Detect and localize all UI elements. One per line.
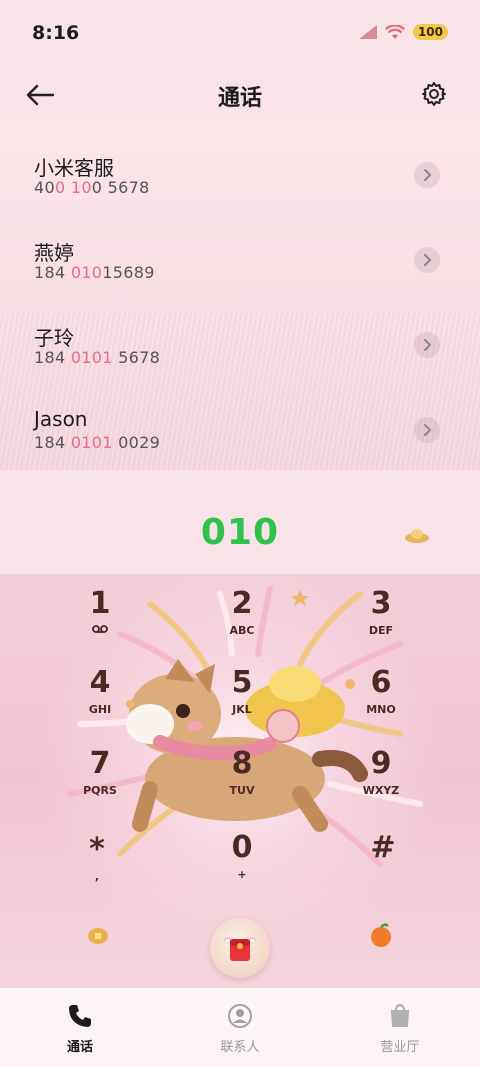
- contact-item[interactable]: Jason 184 0101 0029: [0, 395, 480, 480]
- contact-number: 184 01015689: [34, 263, 155, 282]
- gear-icon: [422, 82, 446, 106]
- chevron-right-icon: [424, 339, 432, 351]
- contact-item[interactable]: 子玲 184 0101 5678: [0, 310, 480, 395]
- contact-detail-button[interactable]: [414, 332, 440, 358]
- person-icon: [226, 1002, 254, 1030]
- contact-detail-button[interactable]: [414, 417, 440, 443]
- contact-name: Jason: [34, 407, 88, 431]
- nav-label: 通话: [66, 1040, 93, 1055]
- chevron-right-icon: [424, 254, 432, 266]
- key-3[interactable]: 3 DEF: [336, 586, 426, 656]
- chevron-right-icon: [424, 424, 432, 436]
- contact-name: 子玲: [34, 326, 74, 350]
- key-5[interactable]: 5 JKL: [197, 665, 287, 735]
- gold-ingot-icon: [405, 529, 429, 543]
- signal-icon: [358, 25, 377, 39]
- status-time: 8:16: [32, 22, 80, 44]
- key-9[interactable]: 9 WXYZ: [336, 746, 426, 816]
- nav-tab-contacts[interactable]: 联系人: [160, 988, 320, 1067]
- contact-detail-button[interactable]: [414, 162, 440, 188]
- orange-icon: [371, 923, 391, 947]
- key-star[interactable]: * ,: [52, 832, 142, 902]
- battery-badge: 100: [412, 24, 448, 40]
- chevron-right-icon: [424, 169, 432, 181]
- contact-name: 小米客服: [34, 156, 114, 180]
- bottom-navigation: 通话 联系人 营业厅: [0, 988, 480, 1067]
- status-bar: 8:16 100: [0, 0, 480, 66]
- key-4[interactable]: 4 GHI: [55, 665, 145, 735]
- key-1[interactable]: 1: [55, 586, 145, 656]
- contact-number: 184 0101 0029: [34, 433, 161, 452]
- voicemail-icon: [55, 624, 145, 638]
- contact-item[interactable]: 小米客服 400 100 5678: [0, 140, 480, 225]
- red-envelope-icon: [223, 937, 257, 961]
- key-6[interactable]: 6 MNO: [336, 665, 426, 735]
- header: 通话: [0, 70, 480, 120]
- contact-number: 184 0101 5678: [34, 348, 161, 367]
- coin-icon: [88, 928, 108, 944]
- nav-label: 营业厅: [380, 1040, 420, 1055]
- phone-icon: [66, 1002, 94, 1030]
- call-button[interactable]: [210, 918, 270, 978]
- key-2[interactable]: 2 ABC: [197, 586, 287, 656]
- contact-item[interactable]: 燕婷 184 01015689: [0, 225, 480, 310]
- key-7[interactable]: 7 PQRS: [55, 746, 145, 816]
- wifi-icon: [384, 24, 405, 39]
- status-icons: 100: [358, 24, 448, 40]
- key-0[interactable]: 0 +: [197, 830, 287, 900]
- key-8[interactable]: 8 TUV: [197, 746, 287, 816]
- key-hash[interactable]: #: [338, 830, 428, 900]
- settings-button[interactable]: [418, 78, 450, 110]
- contact-number: 400 100 5678: [34, 178, 150, 197]
- page-title: 通话: [217, 86, 262, 111]
- nav-label: 联系人: [220, 1040, 260, 1055]
- contact-name: 燕婷: [34, 241, 74, 265]
- nav-tab-calls[interactable]: 通话: [0, 988, 160, 1067]
- nav-tab-service-hall[interactable]: 营业厅: [320, 988, 480, 1067]
- contact-list: 小米客服 400 100 5678 燕婷 184 01015689 子玲 184…: [0, 140, 480, 480]
- contact-detail-button[interactable]: [414, 247, 440, 273]
- bag-icon: [386, 1002, 414, 1030]
